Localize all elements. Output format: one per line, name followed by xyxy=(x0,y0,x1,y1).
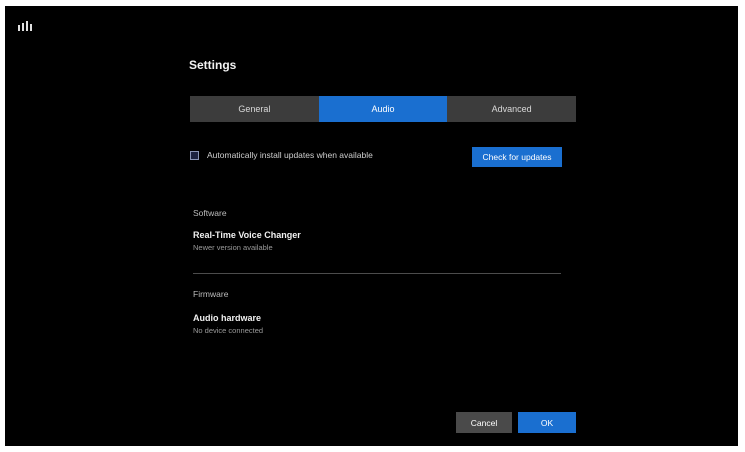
cancel-button[interactable]: Cancel xyxy=(456,412,512,433)
software-item-status: Newer version available xyxy=(193,243,273,252)
auto-update-option[interactable]: Automatically install updates when avail… xyxy=(190,150,373,160)
auto-update-label: Automatically install updates when avail… xyxy=(207,150,373,160)
tab-advanced[interactable]: Advanced xyxy=(447,96,576,122)
check-for-updates-button[interactable]: Check for updates xyxy=(472,147,562,167)
tab-label: Advanced xyxy=(491,104,532,114)
settings-window: Settings General Audio Advanced Automati… xyxy=(5,6,738,446)
tab-label: General xyxy=(238,104,271,114)
firmware-item-status: No device connected xyxy=(193,326,264,335)
tab-label: Audio xyxy=(371,104,395,114)
tab-audio[interactable]: Audio xyxy=(318,96,448,122)
tab-general[interactable]: General xyxy=(190,96,319,122)
ok-button[interactable]: OK xyxy=(518,412,576,433)
section-heading-firmware: Firmware xyxy=(193,289,229,299)
section-divider xyxy=(193,273,561,274)
auto-update-checkbox[interactable] xyxy=(190,150,199,160)
dialog-title: Settings xyxy=(189,58,237,72)
section-heading-software: Software xyxy=(193,208,227,218)
app-logo-icon xyxy=(18,21,32,31)
software-item-title: Real-Time Voice Changer xyxy=(193,230,301,240)
firmware-item-title: Audio hardware xyxy=(193,313,262,323)
tab-bar: General Audio Advanced xyxy=(190,96,576,122)
